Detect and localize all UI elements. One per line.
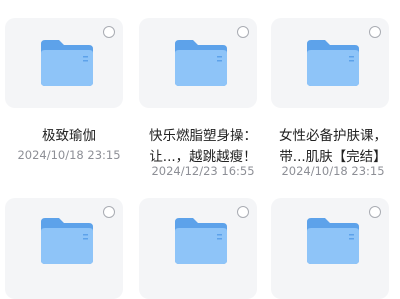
select-radio-1[interactable]	[103, 26, 115, 38]
folder-icon	[175, 218, 227, 264]
item-date-1: 2024/10/18 23:15	[17, 148, 121, 162]
select-radio-5[interactable]	[237, 206, 249, 218]
folder-icon	[307, 40, 359, 86]
folder-icon	[175, 40, 227, 86]
folder-icon	[41, 40, 93, 86]
folder-tile-6[interactable]	[271, 198, 389, 299]
item-title-2-line1: 快乐燃脂塑身操：	[149, 128, 257, 144]
item-title-3-line1: 女性必备护肤课，	[279, 128, 387, 144]
folder-tile-3[interactable]	[271, 18, 389, 108]
folder-icon	[307, 218, 359, 264]
select-radio-2[interactable]	[237, 26, 249, 38]
folder-tile-5[interactable]	[139, 198, 257, 299]
item-date-3: 2024/10/18 23:15	[281, 164, 385, 178]
folder-tile-1[interactable]	[5, 18, 123, 108]
select-radio-6[interactable]	[369, 206, 381, 218]
folder-icon	[41, 218, 93, 264]
item-title-1: 极致瑜伽	[42, 128, 96, 144]
select-radio-3[interactable]	[369, 26, 381, 38]
folder-tile-2[interactable]	[139, 18, 257, 108]
select-radio-4[interactable]	[103, 206, 115, 218]
folder-tile-4[interactable]	[5, 198, 123, 299]
item-date-2: 2024/12/23 16:55	[151, 164, 255, 178]
